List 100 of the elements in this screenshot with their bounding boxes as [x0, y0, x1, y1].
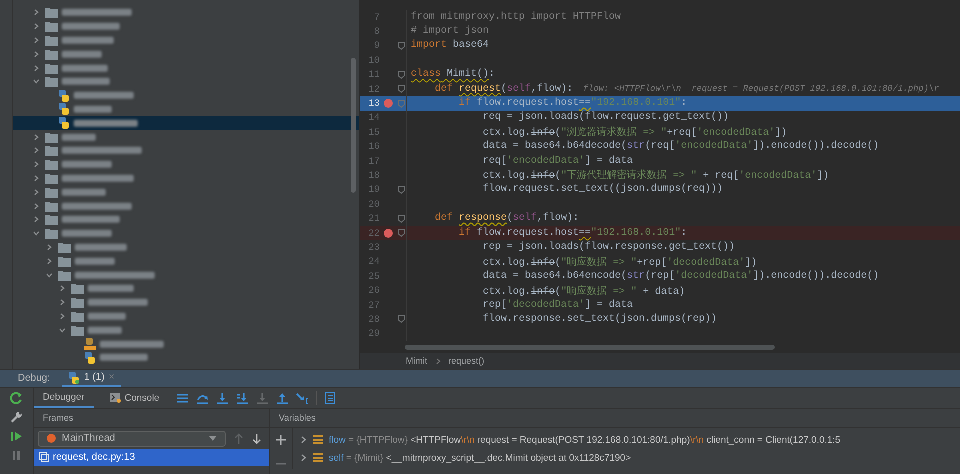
breakpoint-icon[interactable]: [384, 99, 392, 108]
line-number: 21: [368, 213, 380, 224]
python-file-icon: [58, 90, 70, 102]
chevron-down-icon[interactable]: [33, 78, 40, 86]
session-tab[interactable]: 1 (1) ×: [62, 370, 121, 388]
chevron-right-icon[interactable]: [33, 216, 40, 224]
fold-marker-icon[interactable]: [398, 70, 404, 79]
chevron-right-icon[interactable]: [46, 244, 53, 251]
fold-marker-icon[interactable]: [398, 186, 404, 194]
code-line: def request(self,flow): flow: <HTTPFlow\r\n request = Request(POST 192.168.0.101:80/1.php)\r: [434, 84, 940, 95]
folder-icon: [45, 214, 58, 226]
tab[interactable]: Console: [100, 388, 169, 408]
variable-value: self = {Mimit} <__mitmproxy_script__.dec.Mimit object at 0x1128c7190>: [329, 452, 632, 464]
blurred-label: [62, 23, 120, 30]
pause-icon[interactable]: [10, 449, 23, 462]
resume-icon[interactable]: [10, 430, 23, 444]
chevron-down-icon[interactable]: [59, 326, 66, 334]
breadcrumb[interactable]: request(): [448, 356, 485, 366]
folder-icon: [45, 7, 58, 18]
chevron-right-icon[interactable]: [59, 299, 66, 306]
chevron-down-icon[interactable]: [33, 230, 40, 238]
chevron-right-icon[interactable]: [33, 36, 40, 44]
chevron-down-icon[interactable]: [46, 272, 53, 279]
table-icon[interactable]: [324, 392, 337, 405]
chevron-right-icon[interactable]: [33, 202, 40, 210]
panel-title: Debug:: [18, 373, 50, 384]
code-line: flow.response.set_text(json.dumps(rep)): [482, 314, 718, 325]
rerun-icon[interactable]: [10, 392, 23, 406]
chevron-right-icon[interactable]: [59, 285, 66, 292]
line-number: 19: [368, 184, 380, 196]
panel-header: Frames: [43, 413, 74, 424]
code-line: ctx.log.info("下游代理解密请求数据 => " + req['encodedData']): [482, 168, 830, 182]
blurred-label: [62, 161, 112, 168]
line-number: 24: [368, 256, 380, 268]
folder-icon: [71, 324, 84, 336]
fold-marker-icon[interactable]: [398, 85, 404, 94]
blurred-label: [62, 64, 108, 72]
variable-icon: [313, 435, 323, 446]
blurred-label: [62, 9, 132, 16]
blurred-label: [62, 230, 112, 238]
caret-icon[interactable]: [209, 436, 217, 442]
chevron-right-icon[interactable]: [33, 23, 40, 30]
folder-icon: [58, 242, 71, 253]
blurred-label: [62, 174, 134, 182]
fold-marker-icon[interactable]: [398, 42, 404, 50]
folder-icon: [45, 76, 58, 88]
blurred-label: [62, 78, 110, 86]
blurred-label: [62, 36, 114, 44]
chevron-right-icon[interactable]: [33, 188, 40, 196]
chevron-right-icon[interactable]: [301, 454, 307, 462]
scrollbar-thumb[interactable]: [351, 58, 356, 193]
chevron-right-icon[interactable]: [59, 312, 66, 320]
line-number: 20: [368, 198, 380, 210]
chevron-right-icon[interactable]: [301, 436, 307, 444]
fold-marker-icon[interactable]: [398, 214, 404, 223]
chevron-right-icon[interactable]: [33, 50, 40, 58]
blurred-label: [62, 50, 102, 58]
tab[interactable]: Debugger: [34, 388, 94, 408]
chevron-right-icon[interactable]: [33, 134, 40, 141]
run-to-cursor-icon[interactable]: [296, 392, 309, 405]
scrollbar-thumb[interactable]: [405, 345, 775, 350]
breakpoint-icon[interactable]: [384, 228, 392, 238]
code-line: import base64: [410, 40, 490, 52]
code-line: req = json.loads(flow.request.get_text()): [482, 112, 730, 124]
line-number: 16: [368, 141, 380, 152]
fold-marker-icon[interactable]: [398, 100, 404, 108]
folder-icon: [45, 159, 58, 170]
folder-icon: [71, 310, 84, 322]
blurred-label: [62, 188, 106, 196]
chevron-right-icon[interactable]: [33, 174, 40, 182]
chevron-right-icon[interactable]: [33, 64, 40, 72]
code-line: def response(self,flow):: [434, 213, 580, 224]
chevron-right-icon: [436, 358, 440, 365]
down-arrow-icon[interactable]: [252, 432, 262, 445]
selected-tree-row[interactable]: [13, 116, 359, 130]
chevron-right-icon[interactable]: [33, 147, 40, 154]
add-icon[interactable]: [276, 435, 286, 446]
fold-marker-icon[interactable]: [398, 229, 404, 238]
code-line: class Mimit():: [410, 69, 496, 80]
frames-icon[interactable]: [176, 392, 189, 405]
fold-marker-icon[interactable]: [398, 315, 404, 324]
blurred-label: [100, 340, 164, 348]
wrench-icon[interactable]: [10, 411, 23, 424]
folder-icon: [58, 256, 71, 267]
chevron-right-icon[interactable]: [33, 9, 40, 16]
code-line: req['encodedData'] = data: [482, 156, 634, 167]
step-into-icon[interactable]: [216, 392, 229, 405]
line-number: 28: [368, 314, 380, 325]
chevron-right-icon[interactable]: [46, 258, 53, 265]
blurred-label: [88, 312, 126, 320]
step-into-my-code-icon[interactable]: [236, 392, 249, 405]
thread-dropdown[interactable]: MainThread: [38, 430, 226, 447]
folder-icon: [71, 283, 84, 294]
variable-value: flow = {HTTPFlow} <HTTPFlow\r\n request = Request(POST 192.168.0.101:80/1.php)\r\n client_conn = Client(127.0.0.1:5: [329, 434, 841, 446]
stack-frame[interactable]: request, dec.py:13: [34, 449, 269, 466]
variable-icon: [313, 453, 323, 464]
breadcrumb[interactable]: Mimit: [406, 356, 428, 366]
panel-header: Variables: [279, 413, 316, 424]
step-out-icon[interactable]: [276, 392, 289, 405]
chevron-right-icon[interactable]: [33, 161, 40, 168]
